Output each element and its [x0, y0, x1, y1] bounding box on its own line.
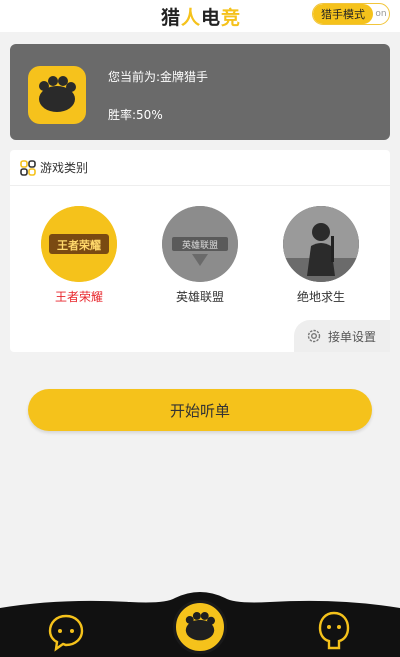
order-settings-button[interactable]: 接单设置	[294, 320, 390, 352]
league-of-legends-logo: 英雄联盟	[162, 206, 238, 282]
hunter-mode-toggle[interactable]: 猎手模式 on	[312, 3, 390, 25]
user-profile-icon	[318, 611, 350, 650]
brand-char-3: 电	[201, 6, 222, 29]
start-listening-button[interactable]: 开始听单	[28, 389, 372, 431]
honor-of-kings-logo: 王者荣耀	[41, 206, 117, 282]
gear-icon	[307, 329, 321, 343]
user-win-rate-text: 胜率:50%	[108, 108, 163, 122]
mode-toggle-label: 猎手模式	[313, 4, 373, 24]
gamepad-paw-icon	[185, 612, 215, 641]
tab-profile[interactable]	[314, 610, 354, 652]
app-header: 猎人电竞 猎手模式 on	[0, 0, 400, 32]
pubg-logo	[283, 206, 359, 282]
tab-home[interactable]	[173, 600, 227, 654]
order-settings-label: 接单设置	[328, 329, 377, 344]
brand-char-2: 人	[180, 6, 201, 29]
tab-messages[interactable]	[46, 612, 86, 652]
game-name: 王者荣耀	[54, 290, 103, 304]
game-item-league-of-legends[interactable]: 英雄联盟 英雄联盟	[145, 206, 255, 305]
chat-bubble-icon	[48, 614, 84, 652]
league-of-legends-logo-text: 英雄联盟	[182, 239, 218, 251]
game-name: 绝地求生	[296, 290, 345, 304]
mode-toggle-state: on	[375, 9, 387, 19]
user-rank-text: 您当前为:金牌猎手	[108, 70, 209, 84]
game-category-title: 游戏类别	[40, 161, 89, 175]
bottom-tab-bar	[0, 590, 400, 657]
user-info-card: 您当前为:金牌猎手 胜率:50%	[10, 44, 390, 140]
app-logo: 猎人电竞	[156, 4, 246, 29]
game-item-pubg[interactable]: 绝地求生	[266, 206, 376, 305]
brand-char-1: 猎	[160, 6, 181, 29]
brand-char-4: 竞	[221, 6, 242, 29]
game-name: 英雄联盟	[175, 290, 224, 304]
avatar[interactable]	[28, 66, 86, 124]
honor-of-kings-logo-text: 王者荣耀	[57, 238, 101, 252]
gamepad-paw-icon	[39, 76, 76, 112]
game-category-header: 游戏类别	[10, 150, 390, 186]
game-category-panel: 游戏类别 王者荣耀 王者荣耀 英雄联盟 英雄联盟 绝地求生 接单设置	[10, 150, 390, 352]
category-grid-icon	[20, 159, 36, 176]
game-item-honor-of-kings[interactable]: 王者荣耀 王者荣耀	[24, 206, 134, 305]
